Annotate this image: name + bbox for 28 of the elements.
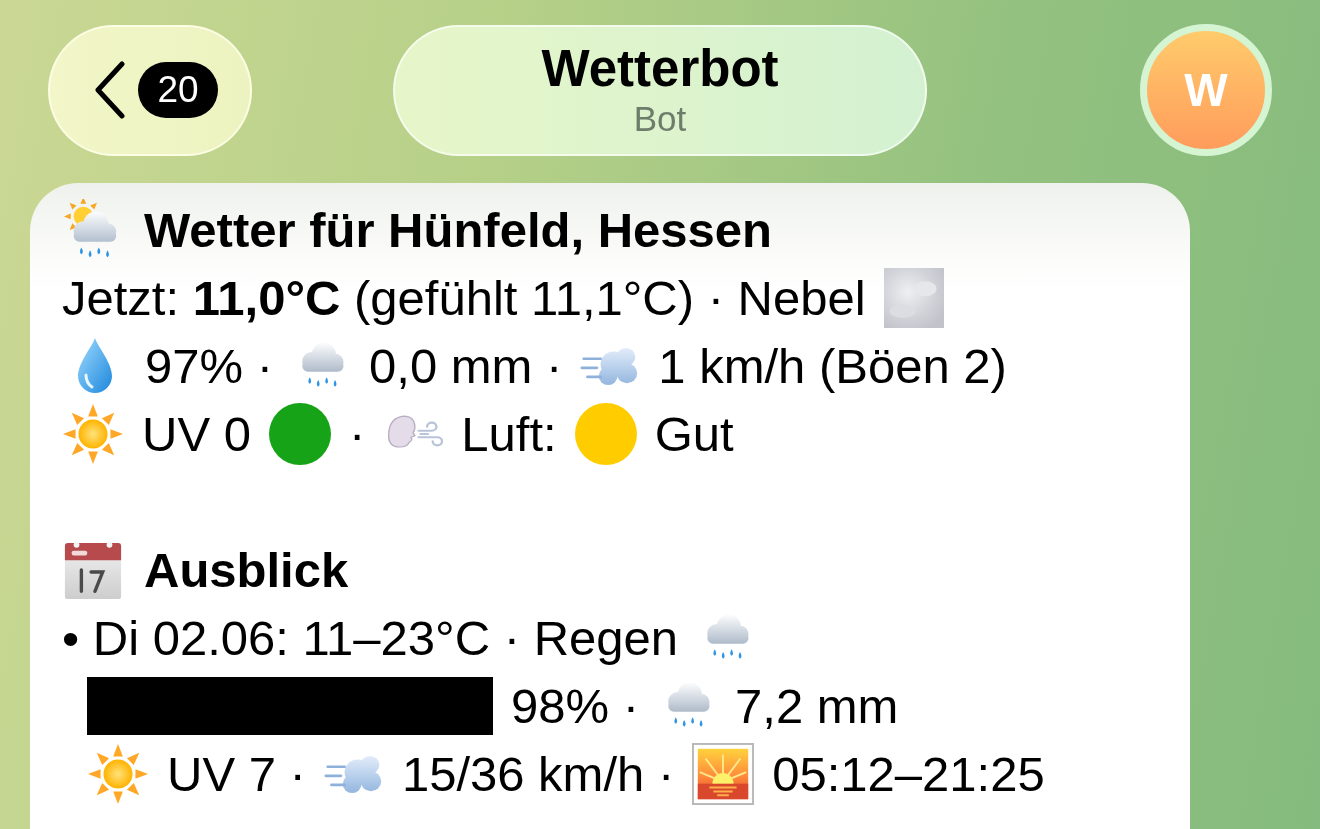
rain-chance-text: 98% · (511, 678, 639, 734)
humidity-text: 97% · (145, 338, 273, 394)
uv-forecast-text: UV 7 · (167, 746, 306, 802)
wind-forecast-text: 15/36 km/h · (401, 746, 675, 802)
chat-subtitle: Bot (633, 99, 687, 139)
air-quality-value: Gut (654, 406, 734, 462)
current-conditions-text: Jetzt: 11,0°C (gefühlt 11,1°C) · Nebel (62, 270, 866, 326)
back-button[interactable]: 20 (48, 24, 252, 156)
droplet-icon (75, 337, 115, 395)
separator-text: · (348, 406, 366, 462)
precipitation-text: 0,0 mm · (369, 338, 563, 394)
rain-amount-text: 7,2 mm (735, 678, 899, 734)
chevron-left-icon (95, 61, 125, 119)
forecast-day-summary: • Di 02.06: 11–23°C · Regen (62, 610, 679, 666)
sun-icon (62, 403, 124, 465)
wind-text: 1 km/h (Böen 2) (658, 338, 1007, 394)
fog-icon (883, 268, 944, 328)
sun-icon (87, 743, 149, 805)
unread-count-badge: 20 (138, 62, 218, 118)
daylight-hours-text: 05:12–21:25 (772, 746, 1045, 802)
chat-title: Wetterbot (541, 41, 779, 97)
chat-title-panel[interactable]: Wetterbot Bot (393, 24, 927, 156)
air-quality-label: Luft: (461, 406, 557, 462)
outlook-heading: Ausblick (144, 542, 349, 598)
uv-index-text: UV 0 (142, 406, 251, 462)
sunrise-icon (692, 743, 755, 805)
message-title: Wetter für Hünfeld, Hessen (144, 202, 773, 258)
calendar-icon (62, 539, 124, 601)
